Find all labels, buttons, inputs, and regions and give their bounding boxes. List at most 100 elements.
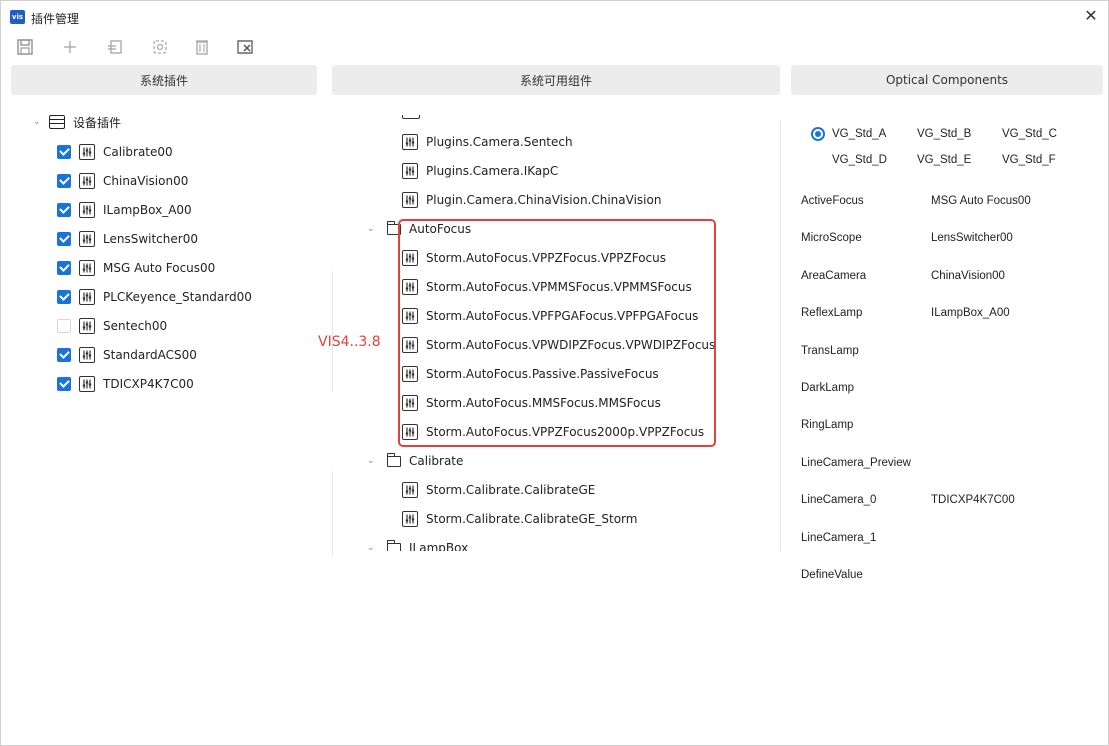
- plugin-icon: [79, 260, 95, 276]
- tree-root-device-plugins[interactable]: ⌄ 设备插件: [33, 112, 121, 132]
- component-role-label: AreaCamera: [801, 269, 867, 282]
- plugin-icon: [79, 347, 95, 363]
- plugin-row[interactable]: ILampBox_A00: [57, 200, 192, 220]
- plugin-icon: [402, 482, 418, 498]
- chevron-down-icon[interactable]: ⌄: [367, 456, 387, 466]
- plugin-label: TDICXP4K7C00: [103, 377, 194, 391]
- plugin-icon: [79, 289, 95, 305]
- plugin-row[interactable]: StandardACS00: [57, 345, 197, 365]
- preset-option[interactable]: VG_Std_A: [832, 128, 886, 140]
- preset-option[interactable]: VG_Std_E: [917, 154, 971, 166]
- component-role-value[interactable]: MSG Auto Focus00: [931, 195, 1031, 207]
- header-system-plugins: 系统插件: [11, 65, 317, 95]
- component-role-label: ActiveFocus: [801, 195, 864, 207]
- plugin-icon: [79, 231, 95, 247]
- component-role-label: LineCamera_1: [801, 531, 877, 544]
- tree-folder-calibrate[interactable]: ⌄ Calibrate: [367, 451, 463, 471]
- delete-button[interactable]: [192, 37, 212, 57]
- chevron-down-icon[interactable]: ⌄: [367, 543, 387, 551]
- plugin-icon: [79, 202, 95, 218]
- plugin-label: Calibrate00: [103, 145, 173, 159]
- plugin-row[interactable]: ChinaVision00: [57, 171, 188, 191]
- plugin-checkbox[interactable]: [57, 174, 71, 188]
- component-row[interactable]: Storm.Calibrate.CalibrateGE_Storm: [402, 509, 637, 529]
- autofocus-highlight-box: [398, 219, 716, 447]
- chevron-down-icon[interactable]: ⌄: [33, 117, 41, 127]
- component-row[interactable]: Plugin.Camera.ChinaVision.ChinaVision: [402, 190, 661, 210]
- config-button[interactable]: [150, 37, 170, 57]
- component-row[interactable]: Plugins.Camera.IKapC: [402, 161, 558, 181]
- tree-root-label: 设备插件: [73, 115, 122, 130]
- component-row[interactable]: Plugins.Camera.Sentech: [402, 132, 573, 152]
- component-role-label: TransLamp: [801, 344, 859, 357]
- plugin-label: ILampBox_A00: [103, 203, 192, 217]
- plugin-row[interactable]: PLCKeyence_Standard00: [57, 287, 252, 307]
- plugin-checkbox[interactable]: [57, 377, 71, 391]
- component-role-value[interactable]: ChinaVision00: [931, 270, 1005, 282]
- preset-option[interactable]: VG_Std_D: [832, 154, 887, 166]
- component-label: Storm.Calibrate.CalibrateGE: [426, 483, 596, 497]
- partial-plugin-icon: [402, 115, 420, 119]
- folder-label: Calibrate: [409, 454, 464, 468]
- add-icon: [64, 41, 76, 53]
- plugin-checkbox[interactable]: [57, 203, 71, 217]
- plugin-checkbox[interactable]: [57, 348, 71, 362]
- component-role-value[interactable]: TDICXP4K7C00: [931, 494, 1015, 506]
- component-role-label: MicroScope: [801, 232, 862, 245]
- plugin-icon: [79, 144, 95, 160]
- plugin-checkbox[interactable]: [57, 261, 71, 275]
- save-icon: [17, 39, 33, 55]
- clear-button[interactable]: [235, 37, 255, 57]
- plugin-icon: [79, 376, 95, 392]
- component-row[interactable]: Storm.Calibrate.CalibrateGE: [402, 480, 595, 500]
- plugin-checkbox[interactable]: [57, 232, 71, 246]
- component-role-label: LineCamera_Preview: [801, 456, 911, 469]
- app-logo: vis: [10, 10, 25, 24]
- close-button[interactable]: ✕: [1082, 7, 1100, 25]
- folder-label: ILampBox: [409, 541, 469, 551]
- component-role-label: DarkLamp: [801, 382, 855, 394]
- preset-option[interactable]: VG_Std_B: [917, 128, 971, 140]
- device-list-icon: [49, 115, 65, 129]
- plugin-checkbox[interactable]: [57, 145, 71, 159]
- preset-option[interactable]: VG_Std_F: [1002, 154, 1056, 166]
- tree-folder-lampbox-clipped[interactable]: ⌄ ILampBox: [367, 539, 667, 551]
- folder-icon: [387, 452, 401, 467]
- config-icon: [153, 40, 167, 54]
- import-icon: [108, 40, 122, 54]
- plugin-label: StandardACS00: [103, 348, 197, 362]
- save-button[interactable]: [15, 37, 35, 57]
- plugin-checkbox[interactable]: [57, 319, 71, 333]
- component-label: Plugins.Camera.IKapC: [426, 164, 559, 178]
- clear-icon: [237, 40, 253, 54]
- component-role-value[interactable]: ILampBox_A00: [931, 307, 1010, 319]
- add-button[interactable]: [60, 37, 80, 57]
- plugin-row[interactable]: TDICXP4K7C00: [57, 374, 194, 394]
- plugin-row[interactable]: LensSwitcher00: [57, 229, 198, 249]
- plugin-manager-window: vis 插件管理 ✕ 系统插件 系统可用组件 Optical Component…: [0, 0, 1109, 746]
- preset-option[interactable]: VG_Std_C: [1002, 128, 1057, 140]
- plugin-icon: [402, 134, 418, 150]
- import-button[interactable]: [105, 37, 125, 57]
- component-role-value[interactable]: LensSwitcher00: [931, 232, 1013, 244]
- left-panel-scrollbar[interactable]: [332, 271, 333, 391]
- preset-radio-selected[interactable]: [811, 127, 825, 141]
- component-label: Plugins.Camera.Sentech: [426, 135, 573, 149]
- delete-icon: [196, 40, 208, 55]
- plugin-label: MSG Auto Focus00: [103, 261, 216, 275]
- header-available-components: 系统可用组件: [332, 65, 780, 95]
- title-bar: vis 插件管理 ✕: [1, 1, 1108, 33]
- chevron-down-icon[interactable]: ⌄: [367, 224, 387, 234]
- plugin-row[interactable]: Sentech00: [57, 316, 167, 336]
- plugin-row[interactable]: Calibrate00: [57, 142, 173, 162]
- plugin-checkbox[interactable]: [57, 290, 71, 304]
- left-panel-scroll-track: [332, 471, 333, 556]
- middle-panel-scrollbar[interactable]: [780, 121, 781, 551]
- plugin-row[interactable]: MSG Auto Focus00: [57, 258, 215, 278]
- plugin-icon: [79, 318, 95, 334]
- component-label: Storm.Calibrate.CalibrateGE_Storm: [426, 512, 638, 526]
- component-label: Plugin.Camera.ChinaVision.ChinaVision: [426, 193, 662, 207]
- plugin-label: ChinaVision00: [103, 174, 189, 188]
- component-role-label: RingLamp: [801, 419, 854, 432]
- plugin-icon: [402, 511, 418, 527]
